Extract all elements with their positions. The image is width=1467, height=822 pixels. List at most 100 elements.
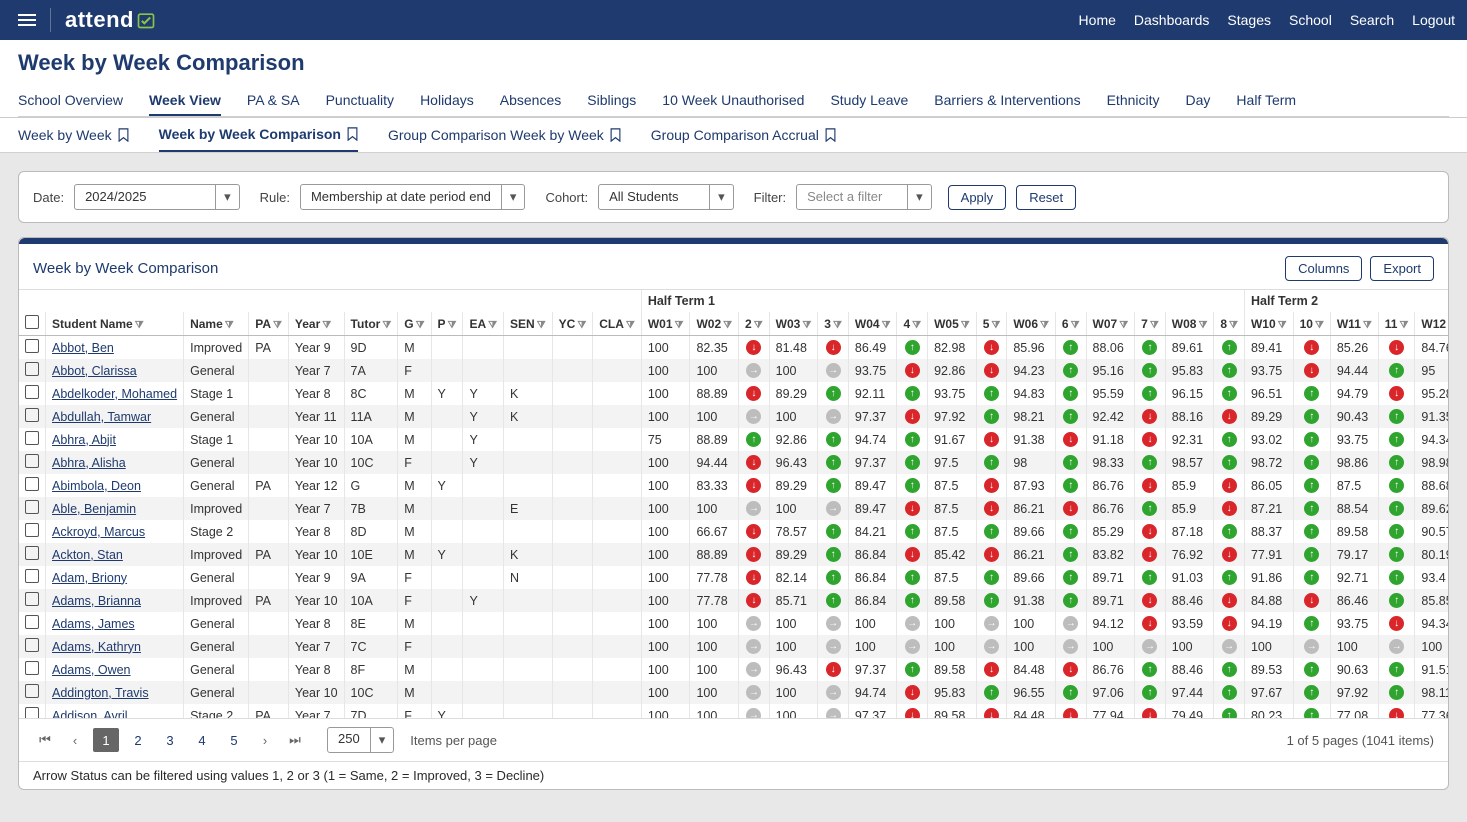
filter-icon[interactable]: ⧩ xyxy=(912,320,921,331)
col-header[interactable]: Year⧩ xyxy=(288,312,344,336)
col-header[interactable]: W12⧩ xyxy=(1415,312,1448,336)
tab-absences[interactable]: Absences xyxy=(500,86,561,116)
col-header[interactable]: W02⧩ xyxy=(690,312,739,336)
hamburger-menu-icon[interactable] xyxy=(12,8,51,32)
export-button[interactable]: Export xyxy=(1370,256,1434,281)
row-checkbox[interactable] xyxy=(25,707,39,719)
filter-icon[interactable]: ⧩ xyxy=(833,320,842,331)
student-link[interactable]: Adam, Briony xyxy=(52,571,127,585)
col-header[interactable]: W07⧩ xyxy=(1086,312,1135,336)
page-number[interactable]: 3 xyxy=(157,728,183,752)
tab-punctuality[interactable]: Punctuality xyxy=(326,86,394,116)
student-link[interactable]: Addison, Avril xyxy=(52,709,128,720)
col-header[interactable]: 11⧩ xyxy=(1378,312,1415,336)
student-link[interactable]: Ackroyd, Marcus xyxy=(52,525,145,539)
filter-icon[interactable]: ⧩ xyxy=(882,320,891,331)
row-checkbox[interactable] xyxy=(25,592,39,606)
subtab-week-by-week[interactable]: Week by Week xyxy=(18,118,129,152)
filter-icon[interactable]: ⧩ xyxy=(225,320,234,331)
col-header[interactable]: 4⧩ xyxy=(897,312,928,336)
filter-icon[interactable]: ⧩ xyxy=(1229,320,1238,331)
row-checkbox[interactable] xyxy=(25,339,39,353)
row-checkbox[interactable] xyxy=(25,638,39,652)
tab-siblings[interactable]: Siblings xyxy=(587,86,636,116)
chevron-down-icon[interactable]: ▾ xyxy=(370,728,394,752)
page-number[interactable]: 1 xyxy=(93,728,119,752)
columns-button[interactable]: Columns xyxy=(1285,256,1362,281)
student-link[interactable]: Adams, Kathryn xyxy=(52,640,141,654)
row-checkbox[interactable] xyxy=(25,569,39,583)
filter-icon[interactable]: ⧩ xyxy=(382,320,391,331)
col-header[interactable]: W05⧩ xyxy=(928,312,977,336)
col-header[interactable]: W04⧩ xyxy=(848,312,897,336)
row-checkbox[interactable] xyxy=(25,454,39,468)
col-header[interactable]: W01⧩ xyxy=(641,312,690,336)
chevron-down-icon[interactable]: ▾ xyxy=(215,185,239,209)
row-checkbox[interactable] xyxy=(25,523,39,537)
col-header[interactable]: 5⧩ xyxy=(976,312,1007,336)
col-header[interactable]: P⧩ xyxy=(431,312,463,336)
page-number[interactable]: 4 xyxy=(189,728,215,752)
tab-week-view[interactable]: Week View xyxy=(149,86,221,116)
col-header[interactable]: YC⧩ xyxy=(552,312,593,336)
subtab-week-by-week-comparison[interactable]: Week by Week Comparison xyxy=(159,118,358,152)
col-header[interactable]: 6⧩ xyxy=(1055,312,1086,336)
student-link[interactable]: Abdullah, Tamwar xyxy=(52,410,151,424)
student-link[interactable]: Able, Benjamin xyxy=(52,502,136,516)
apply-button[interactable]: Apply xyxy=(948,185,1007,210)
filter-icon[interactable]: ⧩ xyxy=(802,320,811,331)
filter-icon[interactable]: ⧩ xyxy=(1363,320,1372,331)
row-checkbox[interactable] xyxy=(25,385,39,399)
row-checkbox[interactable] xyxy=(25,661,39,675)
student-link[interactable]: Adams, James xyxy=(52,617,135,631)
chevron-down-icon[interactable]: ▾ xyxy=(709,185,733,209)
student-link[interactable]: Abimbola, Deon xyxy=(52,479,141,493)
filter-icon[interactable]: ⧩ xyxy=(416,320,425,331)
col-header[interactable]: EA⧩ xyxy=(463,312,504,336)
filter-icon[interactable]: ⧩ xyxy=(1278,320,1287,331)
filter-icon[interactable]: ⧩ xyxy=(675,320,684,331)
col-header[interactable]: W03⧩ xyxy=(769,312,818,336)
col-header[interactable] xyxy=(19,312,46,336)
col-header[interactable]: PA⧩ xyxy=(249,312,289,336)
student-link[interactable]: Abhra, Alisha xyxy=(52,456,126,470)
col-header[interactable]: 8⧩ xyxy=(1214,312,1245,336)
subtab-group-comparison-week-by-week[interactable]: Group Comparison Week by Week xyxy=(388,118,621,152)
filter-icon[interactable]: ⧩ xyxy=(448,320,457,331)
filter-icon[interactable]: ⧩ xyxy=(1315,320,1324,331)
filter-icon[interactable]: ⧩ xyxy=(322,320,331,331)
filter-icon[interactable]: ⧩ xyxy=(1150,320,1159,331)
col-header[interactable]: CLA⧩ xyxy=(593,312,642,336)
col-header[interactable]: 7⧩ xyxy=(1135,312,1166,336)
row-checkbox[interactable] xyxy=(25,431,39,445)
student-link[interactable]: Addington, Travis xyxy=(52,686,149,700)
col-header[interactable]: 10⧩ xyxy=(1293,312,1330,336)
filter-icon[interactable]: ⧩ xyxy=(488,320,497,331)
row-checkbox[interactable] xyxy=(25,362,39,376)
student-link[interactable]: Adams, Brianna xyxy=(52,594,141,608)
tab-day[interactable]: Day xyxy=(1186,86,1211,116)
tab-study-leave[interactable]: Study Leave xyxy=(830,86,908,116)
student-link[interactable]: Abdelkoder, Mohamed xyxy=(52,387,177,401)
row-checkbox[interactable] xyxy=(25,477,39,491)
filter-icon[interactable]: ⧩ xyxy=(626,320,635,331)
col-header[interactable]: W06⧩ xyxy=(1007,312,1056,336)
filter-icon[interactable]: ⧩ xyxy=(1399,320,1408,331)
next-page-icon[interactable]: › xyxy=(253,728,277,752)
prev-page-icon[interactable]: ‹ xyxy=(63,728,87,752)
student-link[interactable]: Abhra, Abjit xyxy=(52,433,116,447)
filter-icon[interactable]: ⧩ xyxy=(1071,320,1080,331)
row-checkbox[interactable] xyxy=(25,546,39,560)
filter-icon[interactable]: ⧩ xyxy=(1040,320,1049,331)
select-all-checkbox[interactable] xyxy=(25,315,39,329)
bookmark-icon[interactable] xyxy=(825,128,836,142)
filter-icon[interactable]: ⧩ xyxy=(577,320,586,331)
topnav-link[interactable]: Search xyxy=(1350,12,1394,28)
topnav-link[interactable]: Stages xyxy=(1227,12,1271,28)
col-header[interactable]: Name⧩ xyxy=(184,312,249,336)
topnav-link[interactable]: Dashboards xyxy=(1134,12,1210,28)
date-select[interactable]: 2024/2025 ▾ xyxy=(74,184,240,210)
row-checkbox[interactable] xyxy=(25,408,39,422)
col-header[interactable]: W11⧩ xyxy=(1330,312,1378,336)
topnav-link[interactable]: Logout xyxy=(1412,12,1455,28)
